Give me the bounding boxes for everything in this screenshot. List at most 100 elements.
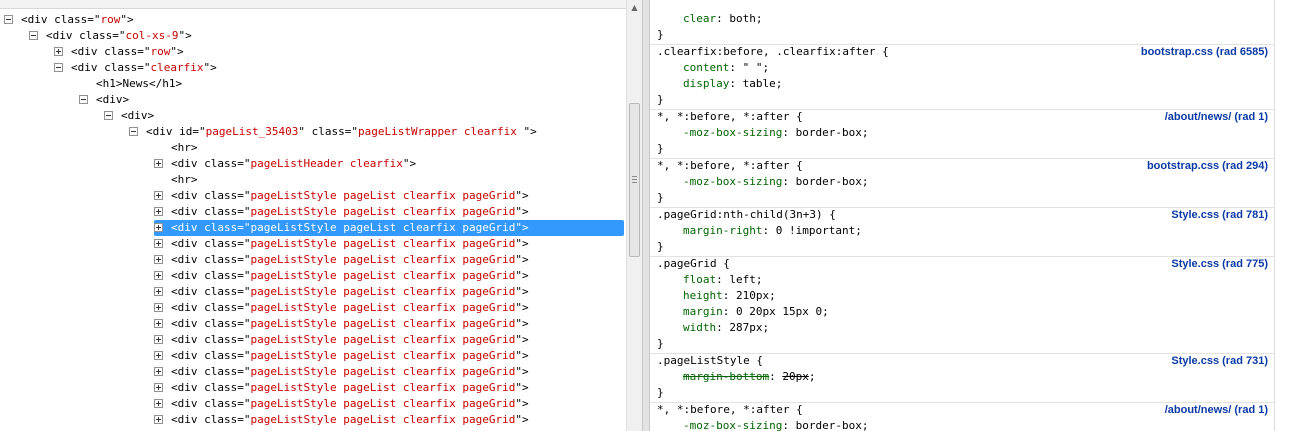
plus-box-icon[interactable] xyxy=(154,383,163,392)
plus-box-icon[interactable] xyxy=(154,223,163,232)
tag-bracket: > xyxy=(177,45,184,58)
dom-tree-node[interactable]: <div class="pageListStyle pageList clear… xyxy=(154,188,529,204)
plus-box-icon[interactable] xyxy=(154,335,163,344)
panel-splitter[interactable] xyxy=(642,0,650,431)
dom-tree-node[interactable]: <div class="pageListStyle pageList clear… xyxy=(154,348,529,364)
dom-tree-node[interactable]: <div class="pageListStyle pageList clear… xyxy=(154,300,529,316)
attr-equals: =" xyxy=(237,333,251,346)
dom-tree-node[interactable]: <div class="row"> xyxy=(54,44,184,60)
dom-tree-node[interactable]: <div class="pageListStyle pageList clear… xyxy=(154,316,529,332)
css-source-link[interactable]: Style.css (rad 731) xyxy=(1171,353,1268,369)
minus-box-icon[interactable] xyxy=(104,111,113,120)
css-property[interactable]: margin-bottom: 20px; xyxy=(683,369,815,385)
semicolon: ; xyxy=(855,224,862,237)
css-source-link[interactable]: bootstrap.css (rad 6585) xyxy=(1141,44,1268,60)
css-property[interactable]: -moz-box-sizing: border-box; xyxy=(683,125,868,141)
tag-bracket: < xyxy=(146,125,153,138)
tag-name: div xyxy=(177,237,198,250)
minus-box-icon[interactable] xyxy=(79,95,88,104)
tag-bracket: < xyxy=(21,13,28,26)
plus-box-icon[interactable] xyxy=(154,287,163,296)
css-rules-panel[interactable]: clear: both;} .clearfix:before, .clearfix… xyxy=(650,0,1274,431)
css-property[interactable]: float: left; xyxy=(683,272,763,288)
minus-box-icon[interactable] xyxy=(4,15,13,24)
plus-box-icon[interactable] xyxy=(154,319,163,328)
plus-box-icon[interactable] xyxy=(154,255,163,264)
dom-tree-node[interactable]: <div class="pageListStyle pageList clear… xyxy=(154,268,529,284)
tag-bracket: > xyxy=(522,413,529,426)
css-source-link[interactable]: /about/news/ (rad 1) xyxy=(1165,109,1268,125)
dom-tree-node[interactable]: <div class="pageListStyle pageList clear… xyxy=(154,332,529,348)
minus-box-icon[interactable] xyxy=(29,31,38,40)
plus-box-icon[interactable] xyxy=(154,159,163,168)
dom-tree-node[interactable]: <div class="pageListStyle pageList clear… xyxy=(154,252,529,268)
dom-tree-node[interactable]: <div class="clearfix"> xyxy=(54,60,217,76)
dom-tree-node[interactable]: <div class="pageListStyle pageList clear… xyxy=(154,412,529,428)
minus-box-icon[interactable] xyxy=(129,127,138,136)
tag-bracket: < xyxy=(171,221,178,234)
dom-tree-node[interactable]: <div> xyxy=(104,108,154,124)
dom-tree-node[interactable]: <div class="row"> xyxy=(4,12,134,28)
css-source-link[interactable]: /about/news/ (rad 1) xyxy=(1165,402,1268,418)
css-property[interactable]: width: 287px; xyxy=(683,320,769,336)
css-property[interactable]: -moz-box-sizing: border-box; xyxy=(683,174,868,190)
css-property[interactable]: display: table; xyxy=(683,76,782,92)
dom-tree-node[interactable]: <div class="pageListStyle pageList clear… xyxy=(154,236,529,252)
tag-bracket: > xyxy=(522,285,529,298)
property-name: margin-bottom xyxy=(683,370,770,383)
tag-bracket: < xyxy=(171,365,178,378)
css-property[interactable]: height: 210px; xyxy=(683,288,776,304)
plus-box-icon[interactable] xyxy=(154,367,163,376)
css-property[interactable]: margin-right: 0 !important; xyxy=(683,223,862,239)
dom-tree-node[interactable]: <div class="pageListStyle pageList clear… xyxy=(154,204,529,220)
plus-box-icon[interactable] xyxy=(154,415,163,424)
attr-name: id xyxy=(179,125,193,138)
tag-name: hr xyxy=(177,173,191,186)
css-property[interactable]: clear: both; xyxy=(683,11,763,27)
dom-tree-node[interactable]: <div class="pageListStyle pageList clear… xyxy=(154,220,624,236)
plus-box-icon[interactable] xyxy=(154,191,163,200)
attr-equals: =" xyxy=(237,205,251,218)
plus-box-icon[interactable] xyxy=(154,239,163,248)
attr-value: pageListStyle pageList clearfix pageGrid xyxy=(250,397,516,410)
semicolon: ; xyxy=(762,321,770,334)
css-property[interactable]: -moz-box-sizing: border-box; xyxy=(683,418,868,431)
dom-tree-node[interactable]: <div class="pageListStyle pageList clear… xyxy=(154,364,529,380)
css-source-link[interactable]: Style.css (rad 775) xyxy=(1171,256,1268,272)
attr-value: pageList_35403 xyxy=(205,125,299,138)
dom-tree-node[interactable]: <div class="pageListStyle pageList clear… xyxy=(154,396,529,412)
dom-tree-scrollbar[interactable]: ▲ xyxy=(626,0,642,431)
dom-tree-node[interactable]: <hr> xyxy=(154,172,198,188)
css-property[interactable]: margin: 0 20px 15px 0; xyxy=(683,304,829,320)
tag-bracket: < xyxy=(171,413,178,426)
property-name: clear xyxy=(683,12,717,25)
dom-tree-node[interactable]: <div class="pageListHeader clearfix"> xyxy=(154,156,416,172)
css-source-link[interactable]: bootstrap.css (rad 294) xyxy=(1147,158,1268,174)
plus-box-icon[interactable] xyxy=(154,303,163,312)
dom-tree-node[interactable]: <div id="pageList_35403" class="pageList… xyxy=(129,124,537,140)
plus-box-icon[interactable] xyxy=(154,271,163,280)
right-panel-edge xyxy=(1274,0,1294,431)
scroll-up-arrow-icon[interactable]: ▲ xyxy=(627,0,642,16)
dom-tree-node[interactable]: <div class="col-xs-9"> xyxy=(29,28,192,44)
dom-tree-node[interactable]: <h1>News</h1> xyxy=(79,76,182,92)
plus-box-icon[interactable] xyxy=(154,399,163,408)
css-property[interactable]: content: " "; xyxy=(683,60,769,76)
property-value: table xyxy=(742,77,776,90)
plus-box-icon[interactable] xyxy=(154,207,163,216)
dom-tree-panel[interactable]: <div class="row"> <div class="col-xs-9"> <… xyxy=(0,9,626,431)
attr-equals: =" xyxy=(237,189,251,202)
minus-box-icon[interactable] xyxy=(54,63,63,72)
tag-bracket: < xyxy=(171,333,178,346)
plus-box-icon[interactable] xyxy=(54,47,63,56)
css-source-link[interactable]: Style.css (rad 781) xyxy=(1171,207,1268,223)
attr-equals: =" xyxy=(237,381,251,394)
plus-box-icon[interactable] xyxy=(154,351,163,360)
dom-tree-node[interactable]: <div class="pageListStyle pageList clear… xyxy=(154,380,529,396)
dom-tree-node[interactable]: <hr> xyxy=(154,140,198,156)
tag-name: div xyxy=(102,93,123,106)
dom-tree-node[interactable]: <div class="pageListStyle pageList clear… xyxy=(154,284,529,300)
scrollbar-thumb[interactable] xyxy=(629,103,640,257)
dom-tree-node[interactable]: <div> xyxy=(79,92,129,108)
attr-value: pageListHeader clearfix xyxy=(250,157,403,170)
